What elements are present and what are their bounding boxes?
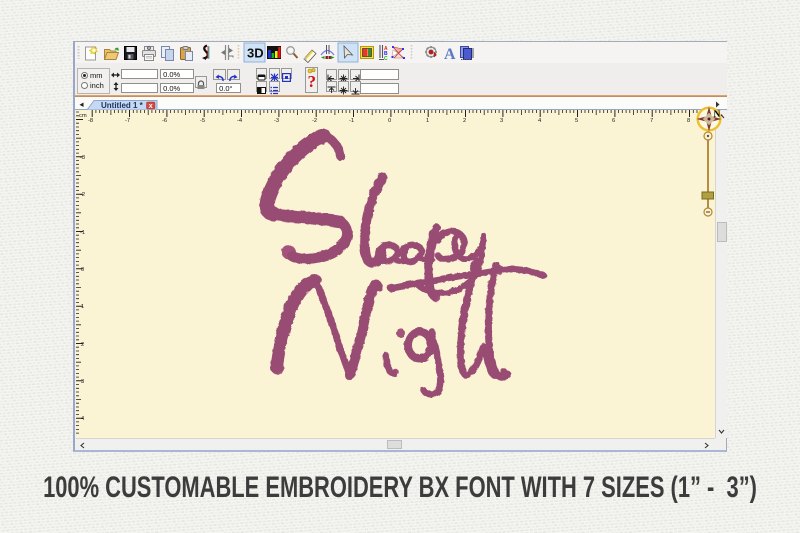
svg-text:0: 0 <box>388 118 391 124</box>
svg-text:C: C <box>384 56 388 62</box>
svg-text:3D: 3D <box>247 46 264 61</box>
svg-text:-6: -6 <box>162 118 167 124</box>
svg-text:x: x <box>149 103 153 110</box>
svg-text:N: N <box>714 110 721 120</box>
svg-text:0: 0 <box>81 267 84 273</box>
svg-text:-3: -3 <box>80 155 85 161</box>
svg-text:-8: -8 <box>88 118 93 124</box>
svg-text:-2: -2 <box>312 118 317 124</box>
svg-text:-1: -1 <box>349 118 354 124</box>
svg-text:2: 2 <box>81 342 84 348</box>
svg-text:3: 3 <box>500 118 503 124</box>
svg-text:?: ? <box>308 72 317 91</box>
svg-text:1: 1 <box>426 118 429 124</box>
svg-text:-7: -7 <box>125 118 130 124</box>
svg-text:-1: -1 <box>80 230 85 236</box>
svg-text:cm: cm <box>79 113 87 119</box>
svg-text:-3: -3 <box>274 118 279 124</box>
svg-text:Untitled 1 *: Untitled 1 * <box>101 101 144 110</box>
svg-text:6: 6 <box>612 118 615 124</box>
svg-text:4: 4 <box>538 118 542 124</box>
svg-text:1: 1 <box>81 304 84 310</box>
svg-text:5: 5 <box>575 118 578 124</box>
svg-text:2: 2 <box>463 118 466 124</box>
svg-text:-5: -5 <box>200 118 205 124</box>
svg-text:-4: -4 <box>237 118 243 124</box>
svg-text:4: 4 <box>81 416 85 422</box>
svg-text:-2: -2 <box>80 192 85 198</box>
svg-text:7: 7 <box>650 118 653 124</box>
svg-text:3: 3 <box>81 379 84 385</box>
svg-text:A: A <box>444 46 456 63</box>
